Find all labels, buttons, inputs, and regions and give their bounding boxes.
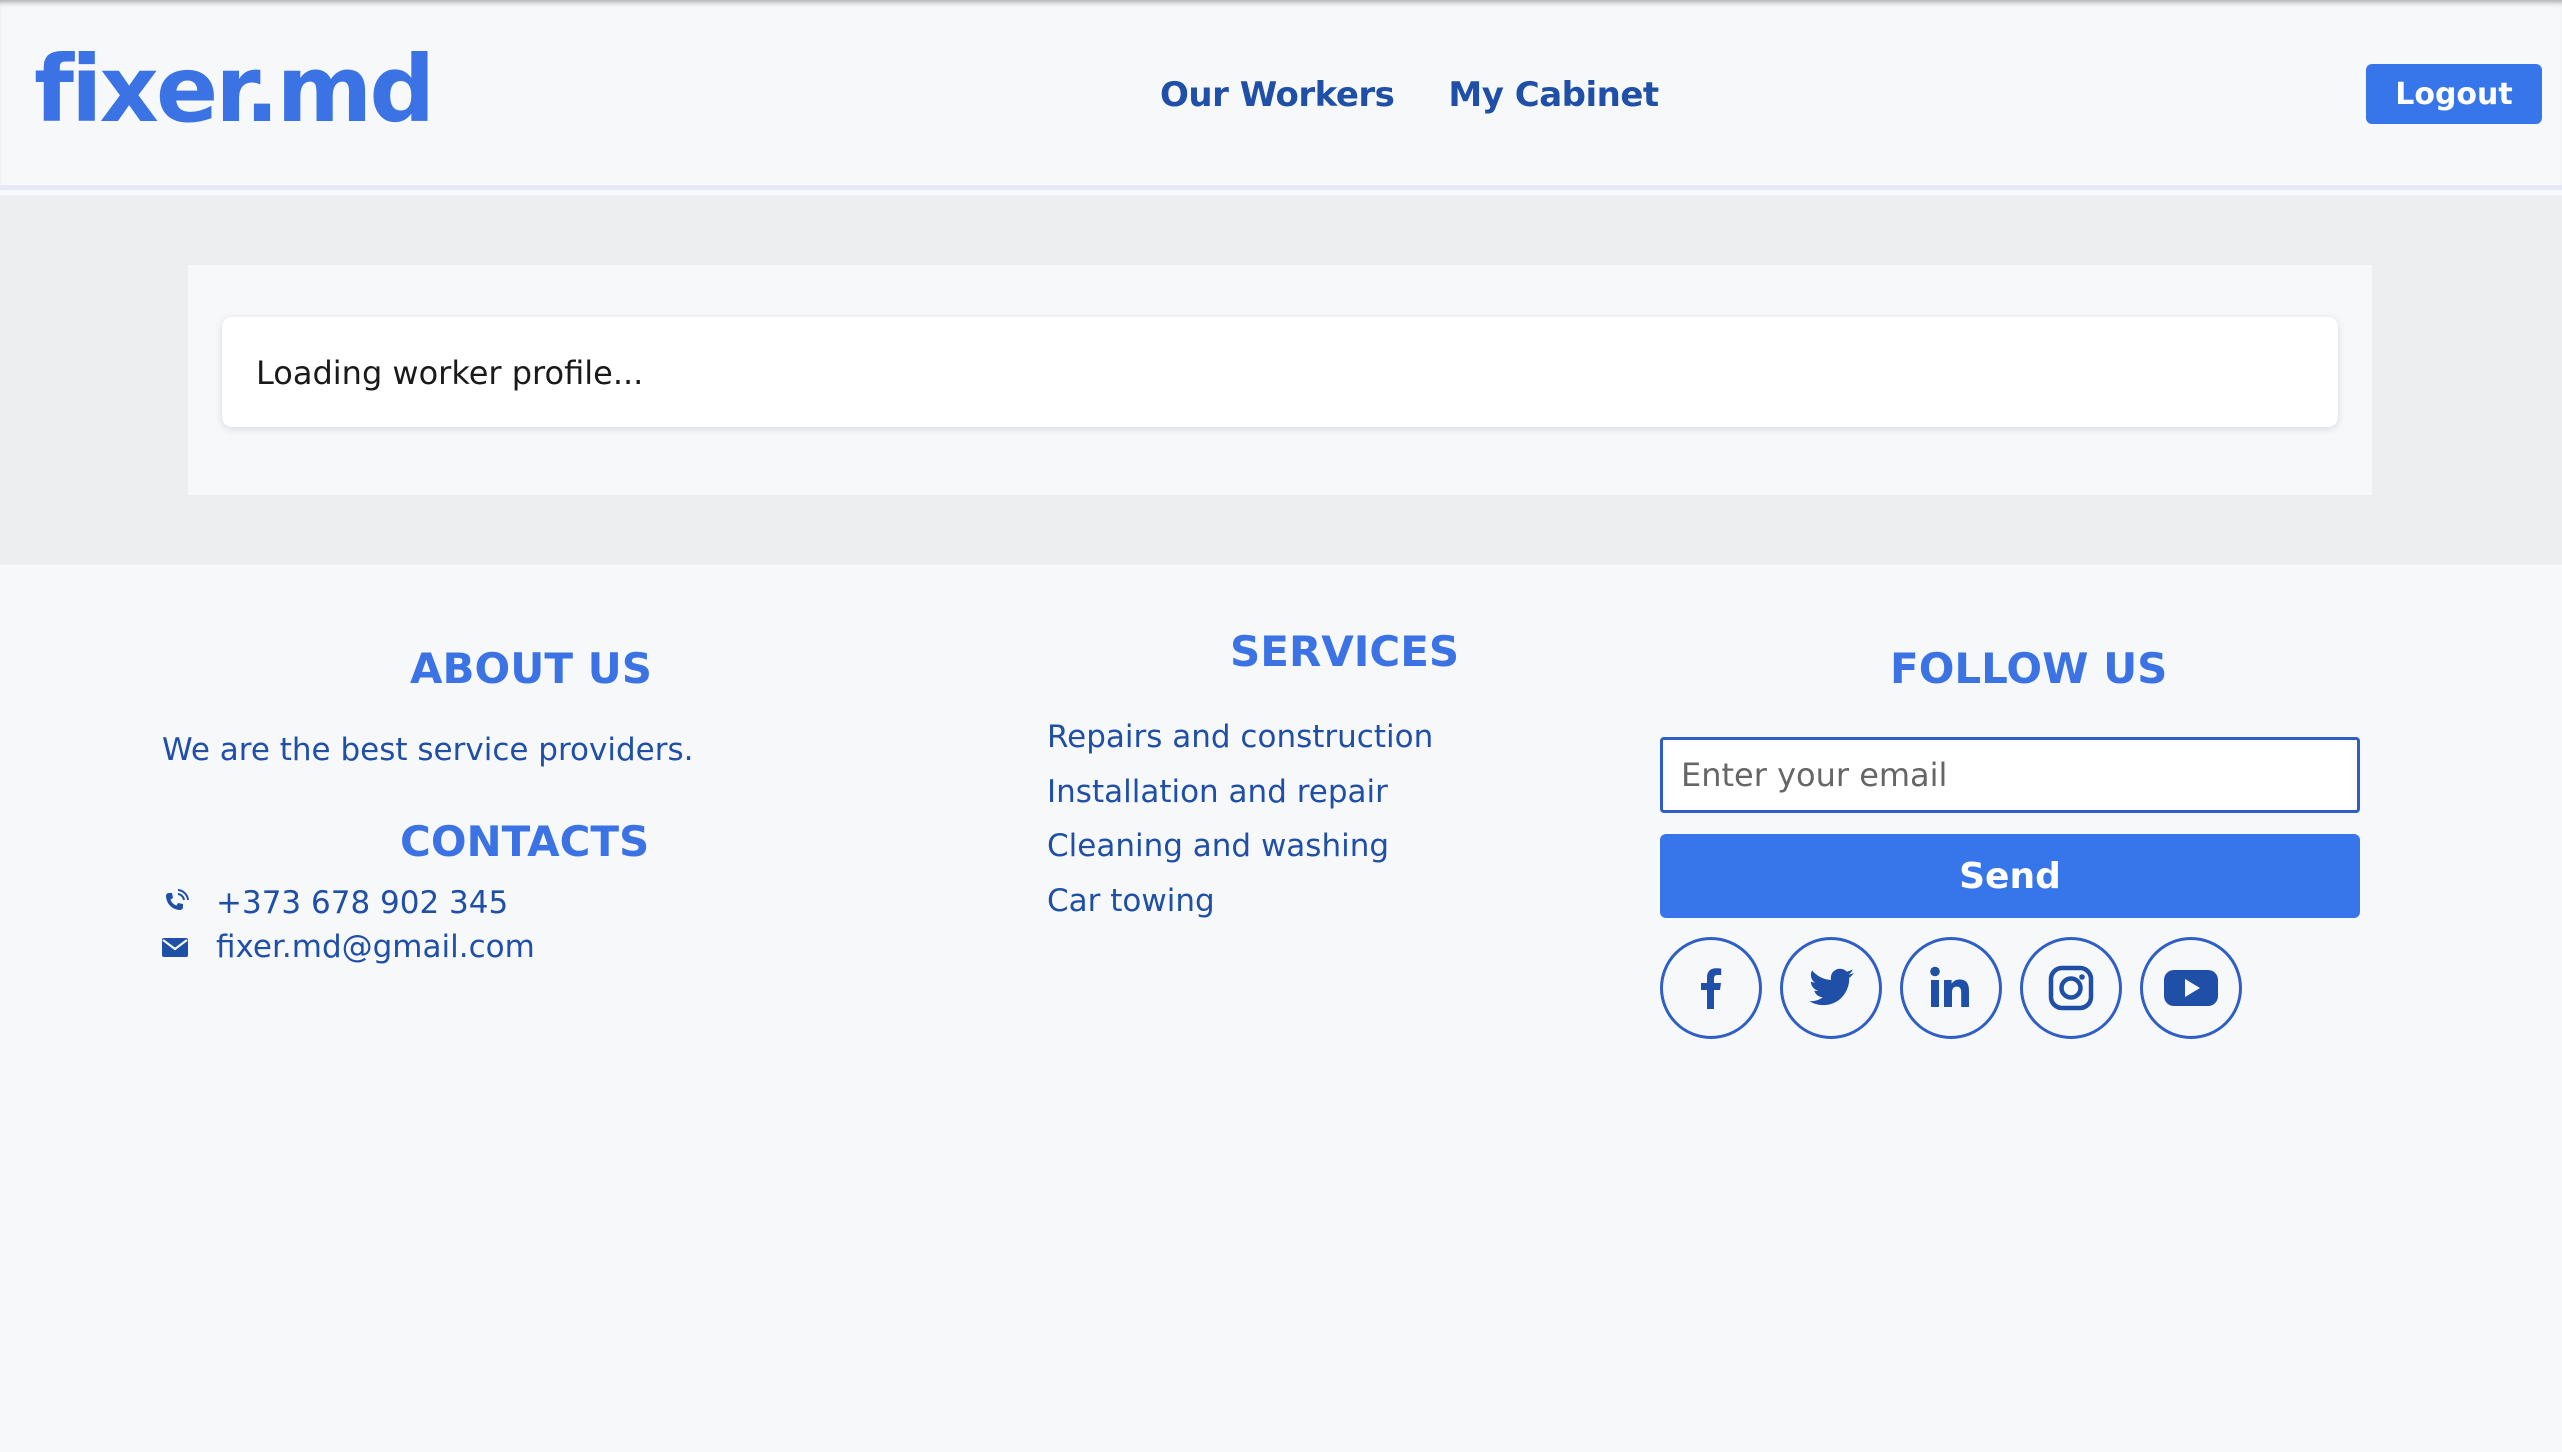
contact-email[interactable]: fixer.md@gmail.com bbox=[216, 925, 535, 969]
send-button[interactable]: Send bbox=[1660, 834, 2360, 918]
site-header: fixer.md Our Workers My Cabinet Logout bbox=[0, 0, 2562, 190]
twitter-button[interactable] bbox=[1780, 937, 1882, 1039]
service-link-cleaning[interactable]: Cleaning and washing bbox=[1047, 824, 1389, 868]
youtube-icon bbox=[2164, 970, 2218, 1006]
about-heading: ABOUT US bbox=[410, 644, 652, 693]
profile-panel: Loading worker profile... bbox=[188, 265, 2372, 495]
service-link-repairs[interactable]: Repairs and construction bbox=[1047, 715, 1433, 759]
instagram-icon bbox=[2048, 965, 2094, 1011]
page: fixer.md Our Workers My Cabinet Logout L… bbox=[0, 0, 2562, 1452]
site-logo[interactable]: fixer.md bbox=[34, 40, 435, 140]
contacts-heading: CONTACTS bbox=[400, 817, 650, 866]
phone-icon bbox=[166, 889, 189, 910]
facebook-button[interactable] bbox=[1660, 937, 1762, 1039]
logout-button[interactable]: Logout bbox=[2366, 64, 2542, 124]
nav-my-cabinet[interactable]: My Cabinet bbox=[1448, 70, 1659, 120]
linkedin-icon bbox=[1930, 966, 1969, 1007]
services-heading: SERVICES bbox=[1230, 627, 1460, 676]
status-card: Loading worker profile... bbox=[222, 317, 2338, 427]
nav-our-workers[interactable]: Our Workers bbox=[1160, 70, 1395, 120]
contact-phone[interactable]: +373 678 902 345 bbox=[216, 881, 508, 925]
youtube-button[interactable] bbox=[2140, 937, 2242, 1039]
linkedin-button[interactable] bbox=[1900, 937, 2002, 1039]
instagram-button[interactable] bbox=[2020, 937, 2122, 1039]
facebook-icon bbox=[1701, 968, 1722, 1009]
main-nav: Our Workers My Cabinet bbox=[1160, 70, 1659, 120]
newsletter-email-input[interactable] bbox=[1660, 737, 2360, 813]
loading-message: Loading worker profile... bbox=[256, 354, 644, 392]
content-area: Loading worker profile... bbox=[0, 195, 2562, 565]
service-link-towing[interactable]: Car towing bbox=[1047, 879, 1215, 923]
about-text: We are the best service providers. bbox=[162, 732, 694, 768]
service-link-installation[interactable]: Installation and repair bbox=[1047, 770, 1388, 814]
twitter-icon bbox=[1809, 968, 1854, 1006]
follow-heading: FOLLOW US bbox=[1890, 644, 2168, 693]
envelope-icon bbox=[162, 938, 188, 957]
